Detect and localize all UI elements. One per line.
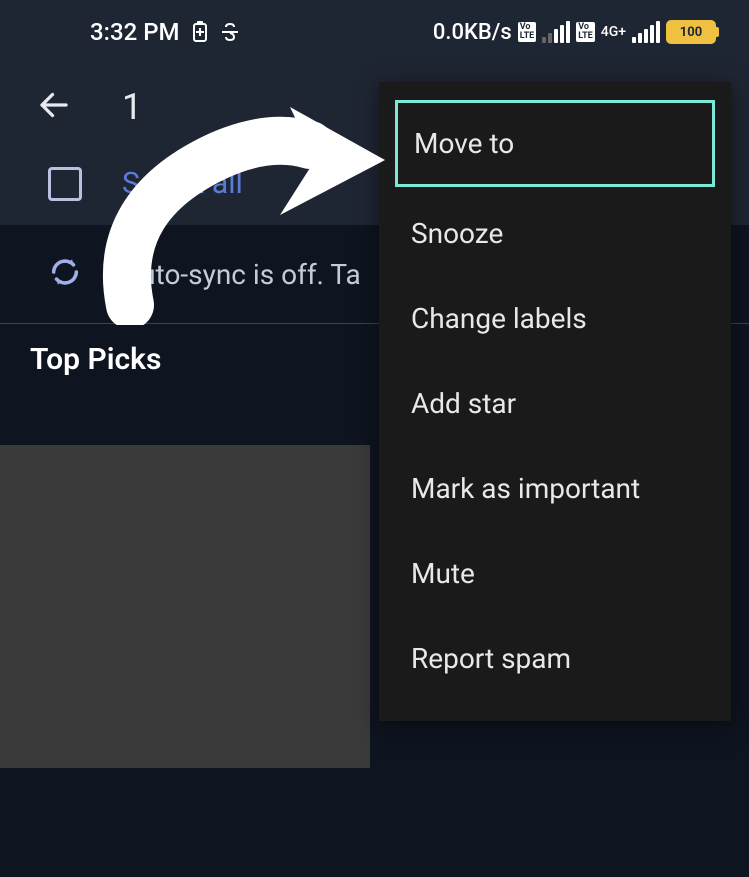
- menu-item-report-spam[interactable]: Report spam: [379, 616, 731, 701]
- status-time: 3:32 PM: [90, 18, 180, 46]
- status-bar: 3:32 PM 0.0KB/s VoLTE: [0, 0, 749, 56]
- autosync-text: Auto-sync is off. Ta: [122, 258, 361, 291]
- volte-badge-1: VoLTE: [518, 22, 537, 42]
- network-label: 4G+: [601, 24, 626, 40]
- menu-item-move-to[interactable]: Move to: [395, 100, 715, 187]
- select-all-label: Select all: [122, 166, 243, 201]
- battery-saver-icon: [190, 21, 210, 43]
- back-arrow-icon[interactable]: [36, 87, 72, 127]
- cutoff-overlay: [0, 445, 370, 768]
- menu-item-mute[interactable]: Mute: [379, 531, 731, 616]
- strikethrough-s-icon: [220, 21, 240, 43]
- battery-indicator: 100: [666, 20, 719, 44]
- sync-icon: [48, 255, 82, 293]
- selection-count: 1: [122, 86, 142, 128]
- select-all-checkbox[interactable]: [48, 167, 82, 201]
- signal-bars-1: [542, 21, 570, 43]
- data-rate: 0.0KB/s: [433, 20, 512, 45]
- menu-item-add-star[interactable]: Add star: [379, 361, 731, 446]
- volte-badge-2: VoLTE: [576, 22, 595, 42]
- menu-item-mark-important[interactable]: Mark as important: [379, 446, 731, 531]
- overflow-menu: Move to Snooze Change labels Add star Ma…: [379, 82, 731, 721]
- menu-item-change-labels[interactable]: Change labels: [379, 276, 731, 361]
- menu-item-snooze[interactable]: Snooze: [379, 191, 731, 276]
- signal-bars-2: [632, 21, 660, 43]
